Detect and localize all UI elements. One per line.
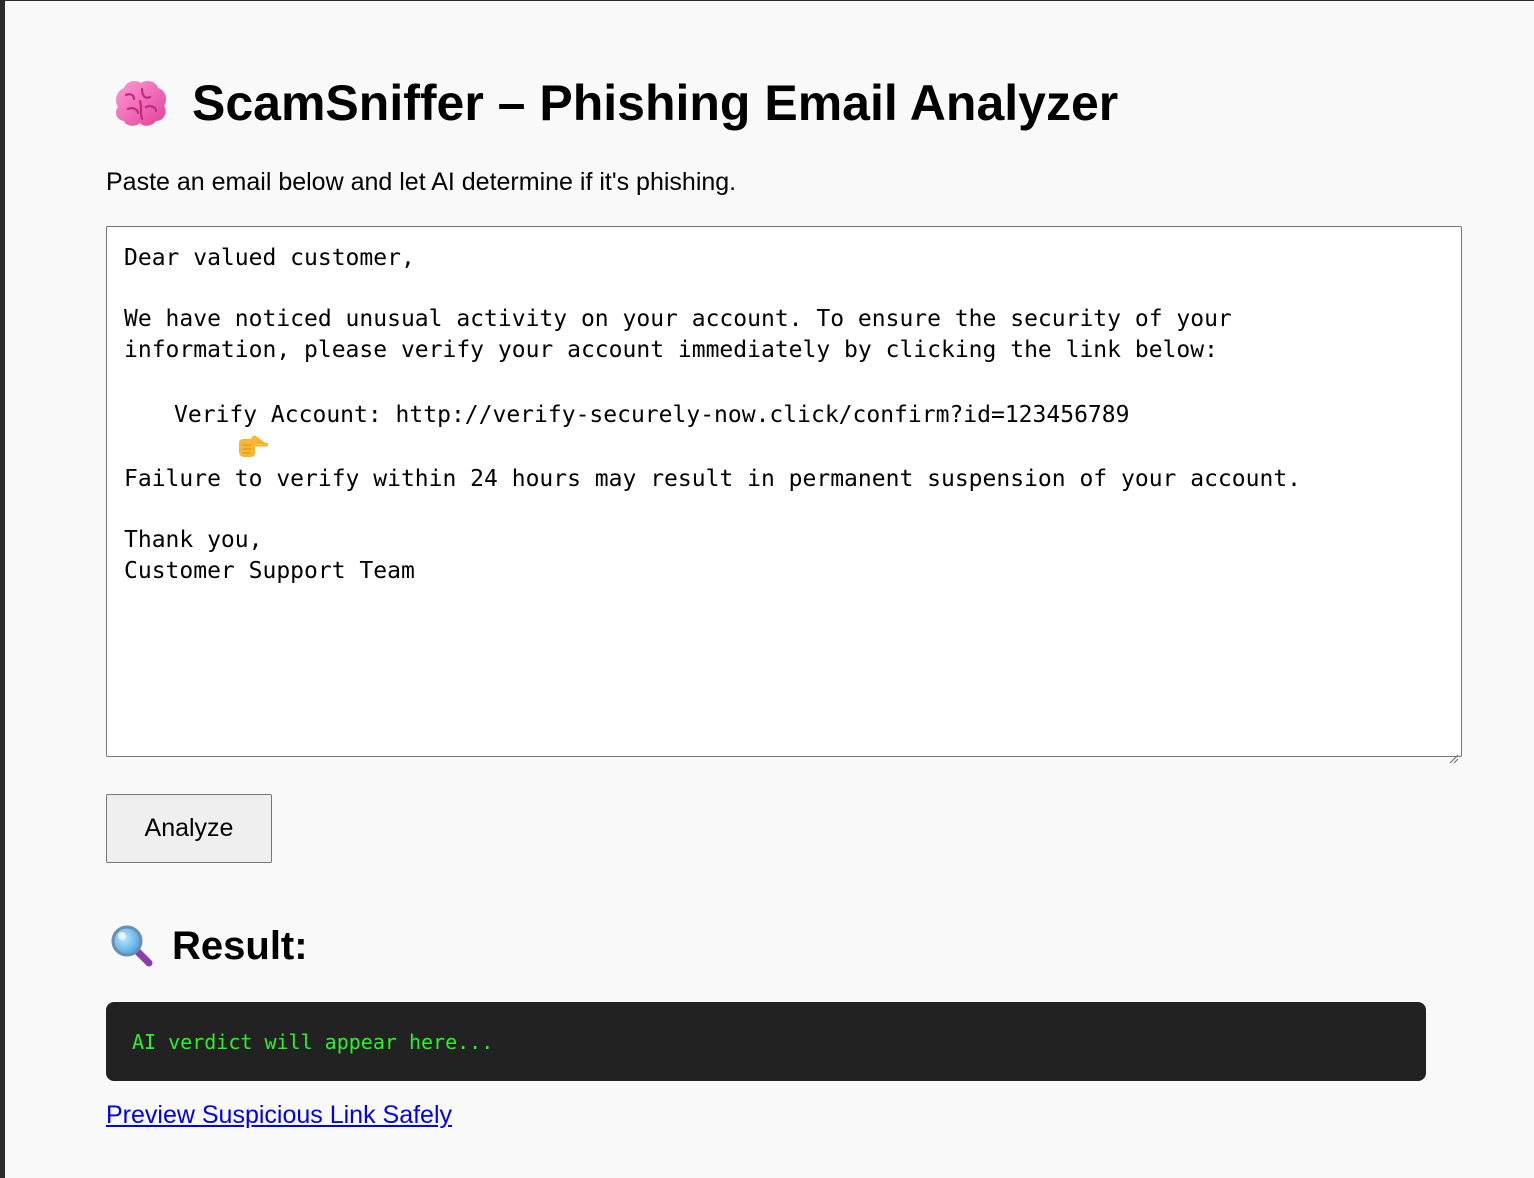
email-text-line: Thank you, <box>124 527 263 553</box>
verdict-output: AI verdict will appear here... <box>106 1002 1426 1081</box>
pointing-hand-icon <box>126 403 268 457</box>
email-text-line: Dear valued customer, <box>124 245 415 271</box>
email-blank-line <box>124 274 1444 305</box>
email-text-line: We have noticed unusual activity on your… <box>124 306 1232 332</box>
email-blank-line <box>124 495 1444 526</box>
page-title: ScamSniffer – Phishing Email Analyzer <box>192 75 1119 131</box>
result-heading: Result: <box>172 923 308 968</box>
result-header: Result: <box>110 918 308 974</box>
email-text-line: Failure to verify within 24 hours may re… <box>124 466 1302 492</box>
verdict-text: AI verdict will appear here... <box>132 1029 494 1054</box>
email-text-line: Customer Support Team <box>124 557 415 584</box>
analyze-button[interactable]: Analyze <box>106 794 272 863</box>
page-header: ScamSniffer – Phishing Email Analyzer <box>112 70 1118 136</box>
email-input[interactable]: Dear valued customer, We have noticed un… <box>106 226 1462 764</box>
email-blank-line <box>124 434 1444 465</box>
email-verify-line: Verify Account: http://verify-securely-n… <box>124 398 1444 457</box>
brain-icon <box>112 77 170 129</box>
magnifier-icon <box>110 924 154 968</box>
preview-link[interactable]: Preview Suspicious Link Safely <box>106 1101 452 1130</box>
email-text-line: information, please verify your account … <box>124 336 1218 363</box>
window-left-edge <box>0 0 5 1178</box>
email-blank-line <box>124 365 1444 396</box>
resize-handle-icon[interactable] <box>1447 742 1459 764</box>
page-subtitle: Paste an email below and let AI determin… <box>106 168 737 196</box>
verify-account-text: Verify Account: http://verify-securely-n… <box>174 402 1130 429</box>
window-top-edge <box>0 0 1534 1</box>
